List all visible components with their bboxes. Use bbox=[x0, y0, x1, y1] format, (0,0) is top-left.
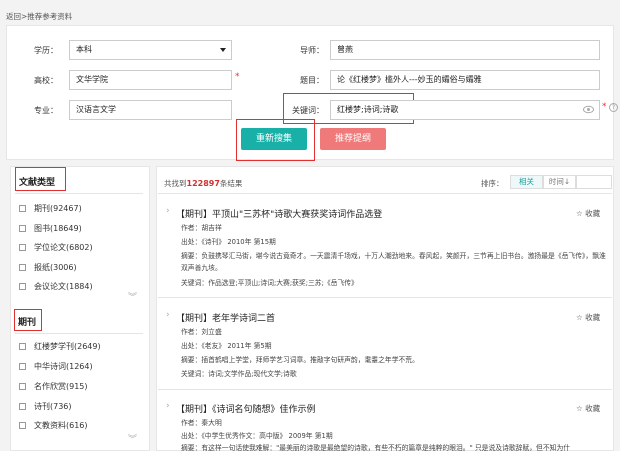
major-field[interactable]: 汉语言文学 bbox=[69, 100, 232, 120]
checkbox[interactable] bbox=[19, 402, 26, 410]
checkbox[interactable] bbox=[19, 204, 26, 212]
checkbox[interactable] bbox=[19, 342, 26, 350]
result-title[interactable]: 【期刊】老年学诗词二首 bbox=[176, 311, 275, 324]
sort-label: 排序： bbox=[481, 179, 504, 188]
help-icon[interactable]: ? bbox=[609, 103, 618, 112]
required-mark: * bbox=[602, 102, 607, 112]
favorite-button[interactable]: ☆ 收藏 bbox=[576, 208, 600, 219]
topic-label: 题目： bbox=[300, 76, 324, 85]
divider bbox=[15, 193, 143, 194]
result-source: 出处：《老友》 2011年 第5期 bbox=[181, 342, 272, 350]
research-button[interactable]: 重新搜集 bbox=[241, 128, 307, 150]
checkbox[interactable] bbox=[19, 243, 26, 251]
filter-item[interactable]: 文教资料(616) bbox=[19, 419, 88, 431]
checkbox[interactable] bbox=[19, 362, 26, 370]
favorite-button[interactable]: ☆ 收藏 bbox=[576, 312, 600, 323]
filter-item[interactable]: 诗刊(736) bbox=[19, 400, 72, 412]
star-icon: ☆ bbox=[576, 209, 583, 218]
filter-item[interactable]: 会议论文(1884) bbox=[19, 280, 93, 292]
expand-chevron-icon[interactable]: ︾ bbox=[128, 290, 137, 303]
checkbox[interactable] bbox=[19, 224, 26, 232]
result-keywords: 关键词：作品选登;平顶山;诗词;大赛;获奖;三苏;《岳飞传》 bbox=[181, 279, 358, 287]
sort-time-button[interactable]: 时间↓ bbox=[543, 175, 576, 189]
result-author: 作者：胡吉祥 bbox=[181, 224, 222, 232]
breadcrumb: 返回>推荐参考资料 bbox=[6, 12, 73, 21]
advisor-label: 导师： bbox=[300, 46, 324, 55]
result-abstract: 摘要：插首鹤唱上学堂，拜师学艺习词章。推敲字句研声韵，耄耋之年学不荒。 bbox=[181, 356, 419, 364]
result-abstract: 摘要：负鼓携琴汇马街，堪今说古竟奇才。一天震清千场戏，十万人潮劲地来。春风起，笑… bbox=[181, 252, 606, 272]
education-label: 学历： bbox=[34, 46, 58, 55]
filter-item[interactable]: 中华诗词(1264) bbox=[19, 360, 93, 372]
star-icon: ☆ bbox=[576, 404, 583, 413]
chevron-right-icon[interactable]: › bbox=[166, 401, 170, 411]
chevron-down-icon bbox=[220, 48, 226, 52]
favorite-button[interactable]: ☆ 收藏 bbox=[576, 403, 600, 414]
result-abstract: 摘要：有这样一句话使我难解："最美丽的诗歌是最绝望的诗歌，有些不朽的篇章是纯粹的… bbox=[181, 444, 571, 451]
filter-item[interactable]: 红楼梦学刊(2649) bbox=[19, 340, 101, 352]
sort-spacer bbox=[576, 175, 612, 189]
filter-item[interactable]: 名作欣赏(915) bbox=[19, 380, 88, 392]
result-source: 出处：《中学生优秀作文：高中版》 2009年 第1期 bbox=[181, 432, 333, 440]
education-value: 本科 bbox=[76, 45, 92, 54]
expand-chevron-icon[interactable]: ︾ bbox=[128, 432, 137, 445]
required-mark: * bbox=[235, 72, 240, 82]
topic-field[interactable]: 论《红楼梦》槛外人---妙玉的孀俗与孀雅 bbox=[330, 70, 600, 90]
keywords-label: 关键词： bbox=[292, 106, 324, 115]
result-source: 出处：《诗刊》 2010年 第15期 bbox=[181, 238, 276, 246]
filter-item[interactable]: 期刊(92467) bbox=[19, 202, 82, 214]
result-title[interactable]: 【期刊】《诗词名句随想》佳作示例 bbox=[176, 402, 316, 415]
doc-type-heading: 文献类型 bbox=[19, 178, 56, 188]
result-author: 作者：刘立盛 bbox=[181, 328, 222, 336]
eye-icon[interactable] bbox=[583, 105, 594, 114]
major-label: 专业： bbox=[34, 106, 58, 115]
checkbox[interactable] bbox=[19, 382, 26, 390]
sort-relevance-button[interactable]: 相关 bbox=[510, 175, 543, 189]
advisor-field[interactable]: 曾燕 bbox=[330, 40, 600, 60]
filter-item[interactable]: 学位论文(6802) bbox=[19, 241, 93, 253]
recommend-outline-button[interactable]: 推荐提纲 bbox=[320, 128, 386, 150]
chevron-right-icon[interactable]: › bbox=[166, 310, 170, 320]
divider bbox=[158, 297, 612, 298]
breadcrumb-current: 推荐参考资料 bbox=[27, 12, 73, 21]
divider bbox=[15, 333, 143, 334]
checkbox[interactable] bbox=[19, 263, 26, 271]
divider bbox=[158, 193, 612, 194]
checkbox[interactable] bbox=[19, 282, 26, 290]
chevron-right-icon[interactable]: › bbox=[166, 206, 170, 216]
school-field[interactable]: 文华学院 bbox=[69, 70, 232, 90]
result-author: 作者：秦大明 bbox=[181, 419, 222, 427]
keywords-field[interactable]: 红楼梦;诗词;诗歌 bbox=[330, 100, 600, 120]
star-icon: ☆ bbox=[576, 313, 583, 322]
journal-heading: 期刊 bbox=[18, 318, 37, 328]
school-label: 高校： bbox=[34, 76, 58, 85]
result-keywords: 关键词：诗词;文学作品;现代文学;诗歌 bbox=[181, 370, 297, 378]
education-select[interactable]: 本科 bbox=[69, 40, 232, 60]
result-count: 共找到122897条结果 bbox=[164, 179, 243, 188]
divider bbox=[158, 389, 612, 390]
result-title[interactable]: 【期刊】平顶山"三苏杯"诗歌大赛获奖诗词作品选登 bbox=[176, 207, 382, 220]
filter-item[interactable]: 报纸(3006) bbox=[19, 261, 77, 273]
filter-item[interactable]: 图书(18649) bbox=[19, 222, 82, 234]
back-link[interactable]: 返回 bbox=[6, 12, 21, 21]
checkbox[interactable] bbox=[19, 421, 26, 429]
